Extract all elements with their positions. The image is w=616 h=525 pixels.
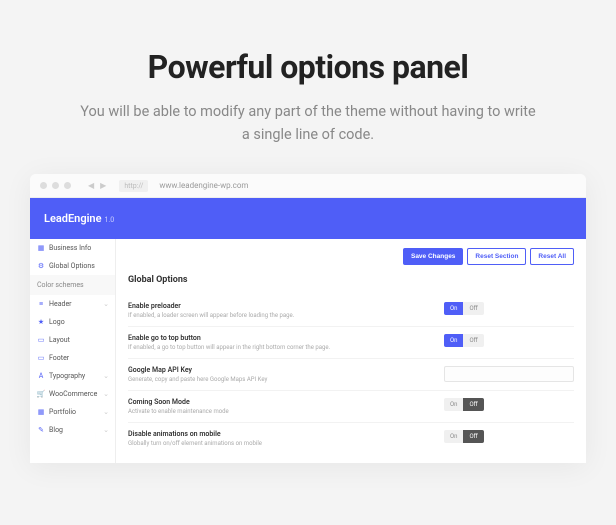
option-label: Enable preloader If enabled, a loader scr… (128, 302, 444, 319)
back-icon: ◀ (88, 181, 94, 190)
panel-body: ▦ Business Info ⚙ Global Options Color schem… (30, 239, 586, 463)
option-desc: Generate, copy and paste here Google Map… (128, 376, 444, 383)
option-desc: If enabled, a go to top button will appe… (128, 344, 444, 351)
sidebar-item[interactable]: A Typography (30, 367, 115, 385)
option-title: Enable go to top button (128, 334, 444, 342)
option-title: Disable animations on mobile (128, 430, 444, 438)
content-area: Save Changes Reset Section Reset All Glo… (116, 239, 586, 463)
sidebar-item-label: Logo (49, 318, 65, 326)
option-desc: If enabled, a loader screen will appear … (128, 312, 444, 319)
sidebar-item-label: Blog (49, 426, 63, 434)
option-label: Google Map API Key Generate, copy and pas… (128, 366, 444, 383)
options-list: Enable preloader If enabled, a loader scr… (128, 295, 574, 454)
toggle-off[interactable]: Off (463, 334, 483, 347)
hero-title: Powerful options panel (30, 48, 586, 86)
sidebar-item-label: Footer (49, 354, 69, 362)
sidebar-item-label: Portfolio (49, 408, 76, 416)
option-row: Disable animations on mobile Globally tur… (128, 422, 574, 454)
sidebar-icon: ▦ (37, 244, 45, 252)
browser-window: ◀ ▶ http:// www.leadengine-wp.com LeadEn… (30, 174, 586, 463)
sidebar-icon: ▭ (37, 354, 45, 362)
window-dot-max-icon (64, 182, 71, 189)
sidebar-item[interactable]: ★ Logo (30, 313, 115, 331)
option-control (444, 366, 574, 382)
sidebar-item[interactable]: ⚙ Global Options (30, 257, 115, 275)
sidebar-item[interactable]: ▦ Portfolio (30, 403, 115, 421)
sidebar-icon: ⚙ (37, 262, 45, 270)
reset-all-button[interactable]: Reset All (530, 248, 574, 265)
toggle-switch[interactable]: OnOff (444, 430, 484, 443)
toggle-on[interactable]: On (444, 398, 463, 411)
url-text: www.leadengine-wp.com (159, 181, 248, 190)
sidebar-item[interactable]: ▦ Business Info (30, 239, 115, 257)
sidebar-icon: ★ (37, 318, 45, 326)
nav-arrows: ◀ ▶ (88, 181, 106, 190)
option-desc: Globally turn on/off element animations … (128, 440, 444, 447)
panel-header: LeadEngine1.0 (30, 198, 586, 239)
option-control: OnOff (444, 430, 574, 443)
sidebar-icon: ▦ (37, 408, 45, 416)
option-control: OnOff (444, 334, 574, 347)
option-desc: Activate to enable maintenance mode (128, 408, 444, 415)
toggle-off[interactable]: Off (463, 430, 483, 443)
toggle-switch[interactable]: OnOff (444, 334, 484, 347)
option-title: Enable preloader (128, 302, 444, 310)
sidebar-item-label: Global Options (49, 262, 95, 270)
hero-subtitle: You will be able to modify any part of t… (78, 100, 538, 146)
toggle-on[interactable]: On (444, 334, 463, 347)
sidebar-icon: 🛒 (37, 390, 45, 398)
brand-version: 1.0 (105, 216, 115, 224)
action-bar: Save Changes Reset Section Reset All (128, 248, 574, 265)
toggle-on[interactable]: On (444, 302, 463, 315)
browser-chrome: ◀ ▶ http:// www.leadengine-wp.com (30, 174, 586, 198)
sidebar-item-label: Header (49, 300, 72, 308)
sidebar: ▦ Business Info ⚙ Global Options Color schem… (30, 239, 116, 463)
sidebar-item[interactable]: 🛒 WooCommerce (30, 385, 115, 403)
hero-section: Powerful options panel You will be able … (0, 0, 616, 174)
sidebar-icon: ✎ (37, 426, 45, 434)
toggle-on[interactable]: On (444, 430, 463, 443)
sidebar-item-label: Typography (49, 372, 85, 380)
toggle-switch[interactable]: OnOff (444, 302, 484, 315)
option-label: Enable go to top button If enabled, a go … (128, 334, 444, 351)
sidebar-section: Color schemes (30, 275, 115, 295)
api-key-input[interactable] (444, 366, 574, 382)
option-label: Disable animations on mobile Globally tur… (128, 430, 444, 447)
option-title: Coming Soon Mode (128, 398, 444, 406)
sidebar-item-label: Business Info (49, 244, 91, 252)
toggle-switch[interactable]: OnOff (444, 398, 484, 411)
option-title: Google Map API Key (128, 366, 444, 374)
option-row: Enable preloader If enabled, a loader scr… (128, 295, 574, 326)
option-label: Coming Soon Mode Activate to enable maint… (128, 398, 444, 415)
window-dot-close-icon (40, 182, 47, 189)
option-row: Google Map API Key Generate, copy and pas… (128, 358, 574, 390)
window-dot-min-icon (52, 182, 59, 189)
sidebar-icon: ▭ (37, 336, 45, 344)
option-row: Enable go to top button If enabled, a go … (128, 326, 574, 358)
sidebar-item[interactable]: ▭ Footer (30, 349, 115, 367)
toggle-off[interactable]: Off (463, 302, 483, 315)
sidebar-icon: A (37, 372, 45, 380)
brand-name: LeadEngine (44, 212, 102, 225)
sidebar-item-label: Layout (49, 336, 70, 344)
reset-section-button[interactable]: Reset Section (467, 248, 526, 265)
sidebar-item[interactable]: ▭ Layout (30, 331, 115, 349)
option-row: Coming Soon Mode Activate to enable maint… (128, 390, 574, 422)
toggle-off[interactable]: Off (463, 398, 483, 411)
forward-icon: ▶ (100, 181, 106, 190)
sidebar-item[interactable]: ✎ Blog (30, 421, 115, 439)
option-control: OnOff (444, 302, 574, 315)
sidebar-item-label: Color schemes (37, 281, 84, 289)
sidebar-item-label: WooCommerce (49, 390, 97, 398)
sidebar-item[interactable]: ≡ Header (30, 295, 115, 313)
url-protocol: http:// (119, 180, 148, 192)
save-button[interactable]: Save Changes (403, 248, 463, 265)
option-control: OnOff (444, 398, 574, 411)
sidebar-icon: ≡ (37, 300, 45, 308)
content-heading: Global Options (128, 275, 574, 285)
